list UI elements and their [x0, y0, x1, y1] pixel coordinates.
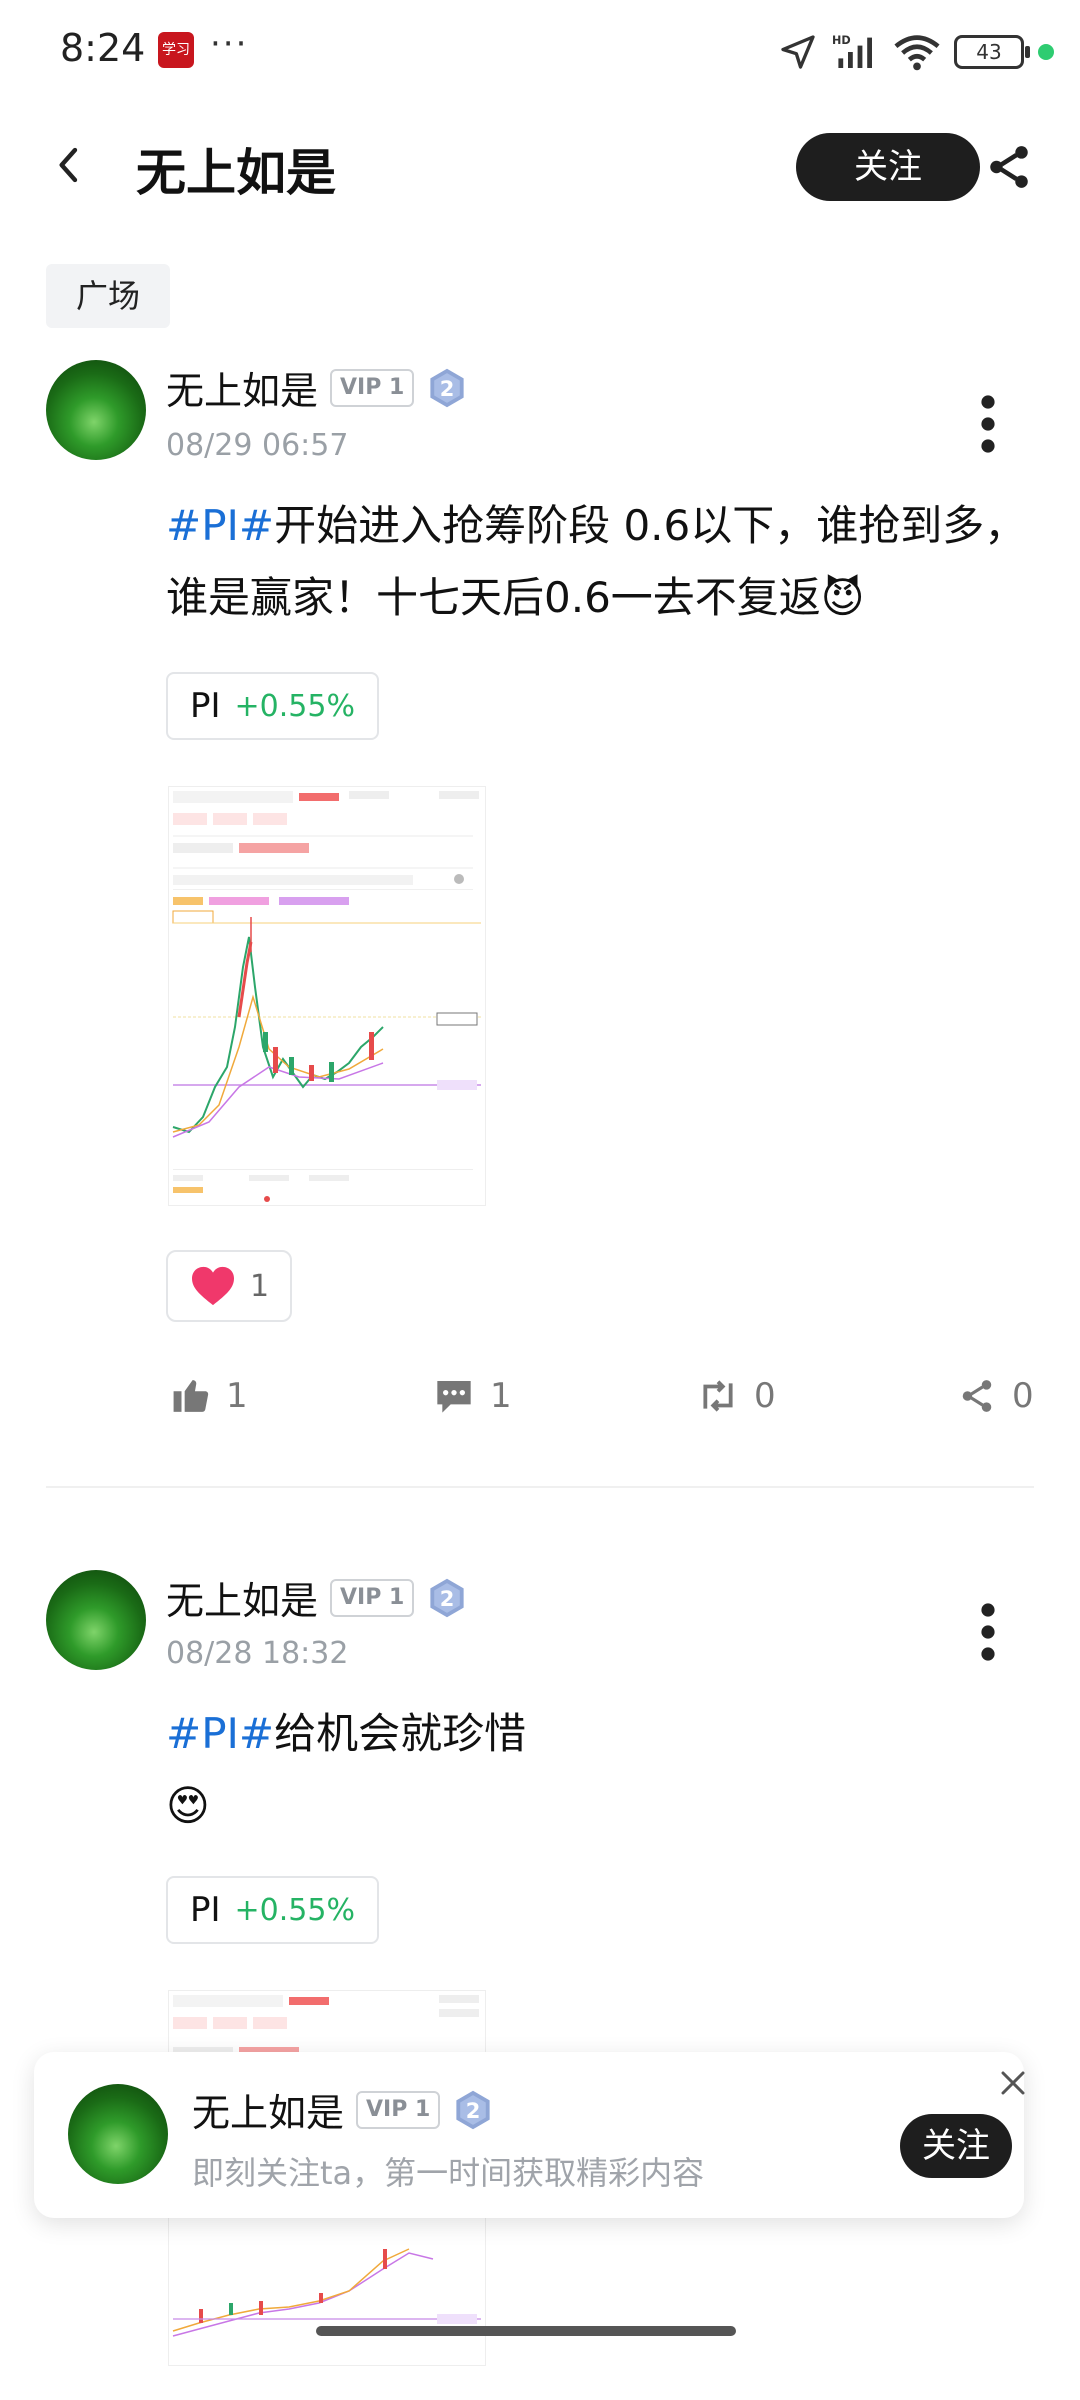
post-author-row: 无上如是 VIP 1 2 [166, 1570, 468, 1625]
coin-chip[interactable]: PI +0.55% [166, 1876, 379, 1944]
level-badge-icon: 2 [456, 2090, 490, 2129]
coin-change: +0.55% [234, 1892, 355, 1928]
tab-plaza[interactable]: 广场 [46, 264, 170, 328]
svg-text:HD: HD [832, 34, 851, 47]
post-text: #PI#给机会就珍惜 😍 [166, 1698, 1036, 1842]
author-name[interactable]: 无上如是 [166, 1570, 318, 1625]
repost-button[interactable]: 0 [698, 1376, 776, 1416]
share-count: 0 [1012, 1376, 1034, 1416]
comment-count: 1 [490, 1376, 512, 1416]
page-title: 无上如是 [136, 144, 336, 202]
avatar[interactable] [68, 2084, 168, 2184]
post-author-row: 无上如是 VIP 1 2 [166, 360, 468, 415]
more-notifications-icon: ··· [210, 24, 249, 64]
comment-button[interactable]: 1 [434, 1376, 512, 1416]
close-icon[interactable] [998, 2068, 1028, 2098]
like-count: 1 [226, 1376, 248, 1416]
status-icons: HD 43 [778, 28, 1054, 76]
post-image-chart[interactable] [168, 786, 486, 1206]
share-post-button[interactable]: 0 [958, 1376, 1034, 1416]
share-icon[interactable] [984, 142, 1034, 192]
svg-text:2: 2 [440, 1586, 455, 1610]
card-follow-button[interactable]: 关注 [900, 2114, 1012, 2178]
wifi-icon [894, 35, 940, 71]
more-options-icon[interactable] [980, 394, 996, 454]
vip-badge: VIP 1 [330, 368, 415, 407]
status-time: 8:24 [60, 26, 146, 70]
battery-icon: 43 [954, 35, 1030, 69]
repost-count: 0 [754, 1376, 776, 1416]
back-arrow-icon[interactable] [50, 145, 90, 185]
reaction-chip[interactable]: 1 [166, 1250, 292, 1322]
card-author-row: 无上如是 VIP 1 2 [192, 2082, 494, 2137]
location-icon [781, 35, 815, 69]
post-divider [46, 1486, 1034, 1488]
vip-badge: VIP 1 [356, 2090, 441, 2129]
reaction-count: 1 [250, 1268, 270, 1304]
post-time: 08/28 18:32 [166, 1636, 349, 1671]
share-icon [962, 1380, 992, 1412]
repost-icon [703, 1380, 733, 1412]
follow-button[interactable]: 关注 [796, 133, 980, 201]
privacy-indicator-dot [1038, 44, 1054, 60]
coin-chip[interactable]: PI +0.55% [166, 672, 379, 740]
heart-icon [192, 1266, 234, 1306]
avatar[interactable] [46, 1570, 146, 1670]
hashtag-link[interactable]: #PI# [166, 1709, 274, 1758]
vip-badge: VIP 1 [330, 1578, 415, 1617]
level-badge-icon: 2 [430, 1578, 464, 1617]
coin-change: +0.55% [234, 688, 355, 724]
post-text: #PI#开始进入抢筹阶段 0.6以下，谁抢到多，谁是赢家！十七天后0.6一去不复… [166, 490, 1036, 634]
like-button[interactable]: 1 [172, 1376, 248, 1416]
signal-icon: HD [832, 34, 872, 68]
level-badge-icon: 2 [430, 368, 464, 407]
app-notification-icon: 学习 [158, 32, 194, 68]
post-emoji: 😈 [820, 573, 865, 622]
thumbs-up-icon [173, 1380, 209, 1412]
avatar[interactable] [46, 360, 146, 460]
comment-icon [437, 1381, 471, 1413]
post-emoji: 😍 [166, 1781, 210, 1830]
svg-text:2: 2 [466, 2098, 481, 2122]
author-name[interactable]: 无上如是 [192, 2082, 344, 2137]
svg-text:2: 2 [440, 376, 455, 400]
hashtag-link[interactable]: #PI# [166, 501, 274, 550]
home-indicator[interactable] [316, 2326, 736, 2336]
card-subtitle: 即刻关注ta，第一时间获取精彩内容 [192, 2154, 705, 2192]
more-options-icon[interactable] [980, 1602, 996, 1662]
post-time: 08/29 06:57 [166, 428, 349, 463]
post-body: 给机会就珍惜 [274, 1709, 527, 1758]
coin-symbol: PI [190, 686, 221, 726]
follow-prompt-card: 无上如是 VIP 1 2 即刻关注ta，第一时间获取精彩内容 关注 [34, 2052, 1025, 2218]
post-body: 开始进入抢筹阶段 0.6以下，谁抢到多，谁是赢家！十七天后0.6一去不复返 [166, 501, 1027, 622]
author-name[interactable]: 无上如是 [166, 360, 318, 415]
coin-symbol: PI [190, 1890, 221, 1930]
